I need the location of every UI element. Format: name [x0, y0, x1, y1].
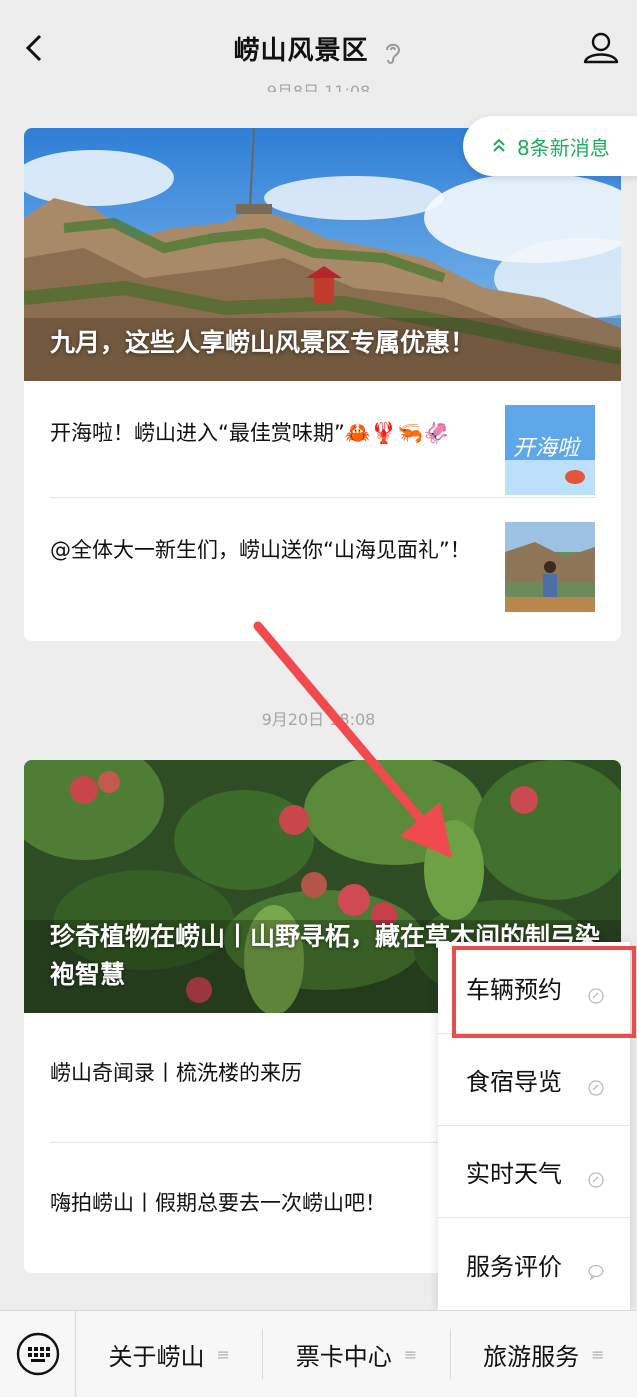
- menu-item-service-review[interactable]: 服务评价: [438, 1218, 630, 1310]
- tab-label: 旅游服务: [483, 1342, 580, 1371]
- article-card: 九月，这些人享崂山风景区专属优惠！ 开海啦！崂山进入“最佳赏味期”🦀🦞🦐🦑 开海…: [24, 128, 621, 641]
- new-messages-label: 8条新消息: [517, 135, 610, 160]
- keyboard-toggle-button[interactable]: [0, 1310, 76, 1397]
- ear-icon: [382, 40, 404, 70]
- timestamp: 9月20日 18:08: [261, 710, 376, 729]
- menu-item-label: 服务评价: [466, 1252, 562, 1281]
- bottom-menu-bar: 关于崂山 ≡ 票卡中心 ≡ 旅游服务 ≡: [0, 1310, 637, 1397]
- top-nav-bar: 崂山风景区 9月8日 11:08: [0, 0, 637, 92]
- article-title: 开海啦！崂山进入“最佳赏味期”🦀🦞🦐🦑: [50, 421, 450, 445]
- timestamp: 9月8日 11:08: [266, 82, 371, 92]
- thumbnail-text: 开海啦: [513, 436, 582, 461]
- menu-item-label: 实时天气: [466, 1160, 562, 1188]
- keyboard-icon: [16, 1332, 59, 1376]
- menu-item-weather[interactable]: 实时天气: [438, 1126, 630, 1218]
- tab-label: 票卡中心: [295, 1342, 392, 1371]
- article-thumbnail: 开海啦: [505, 405, 595, 495]
- page-title: 崂山风景区: [233, 36, 369, 66]
- menu-lines-icon: ≡: [591, 1344, 605, 1364]
- new-messages-button[interactable]: 8条新消息: [463, 116, 637, 176]
- double-chevron-up-icon: [491, 134, 507, 158]
- profile-button[interactable]: [581, 28, 621, 68]
- menu-item-vehicle-booking[interactable]: 车辆预约: [438, 942, 630, 1034]
- person-icon: [583, 32, 619, 64]
- article-title: @全体大一新生们，崂山送你“山海见面礼”！: [50, 538, 471, 562]
- link-icon: [588, 982, 604, 1010]
- tab-label: 关于崂山: [108, 1342, 205, 1371]
- menu-lines-icon: ≡: [403, 1344, 418, 1364]
- link-icon: [588, 1166, 604, 1194]
- menu-item-label: 车辆预约: [466, 976, 562, 1004]
- hero-title: 九月，这些人享崂山风景区专属优惠！: [50, 327, 476, 357]
- link-icon: [588, 1074, 604, 1102]
- submenu-popup: 车辆预约 食宿导览 实时天气 服务评价: [438, 942, 630, 1310]
- tab-ticket-center[interactable]: 票卡中心 ≡: [263, 1329, 451, 1379]
- article-thumbnail: [505, 522, 595, 612]
- tab-about-laoshan[interactable]: 关于崂山 ≡: [76, 1329, 264, 1379]
- list-item[interactable]: 开海啦！崂山进入“最佳赏味期”🦀🦞🦐🦑 开海啦: [50, 381, 597, 498]
- list-item[interactable]: @全体大一新生们，崂山送你“山海见面礼”！: [50, 498, 597, 615]
- menu-item-label: 食宿导览: [466, 1068, 562, 1096]
- tab-travel-service[interactable]: 旅游服务 ≡: [451, 1329, 637, 1379]
- menu-item-food-lodging[interactable]: 食宿导览: [438, 1034, 630, 1126]
- menu-lines-icon: ≡: [216, 1344, 230, 1364]
- chat-bubble-icon: [588, 1258, 604, 1286]
